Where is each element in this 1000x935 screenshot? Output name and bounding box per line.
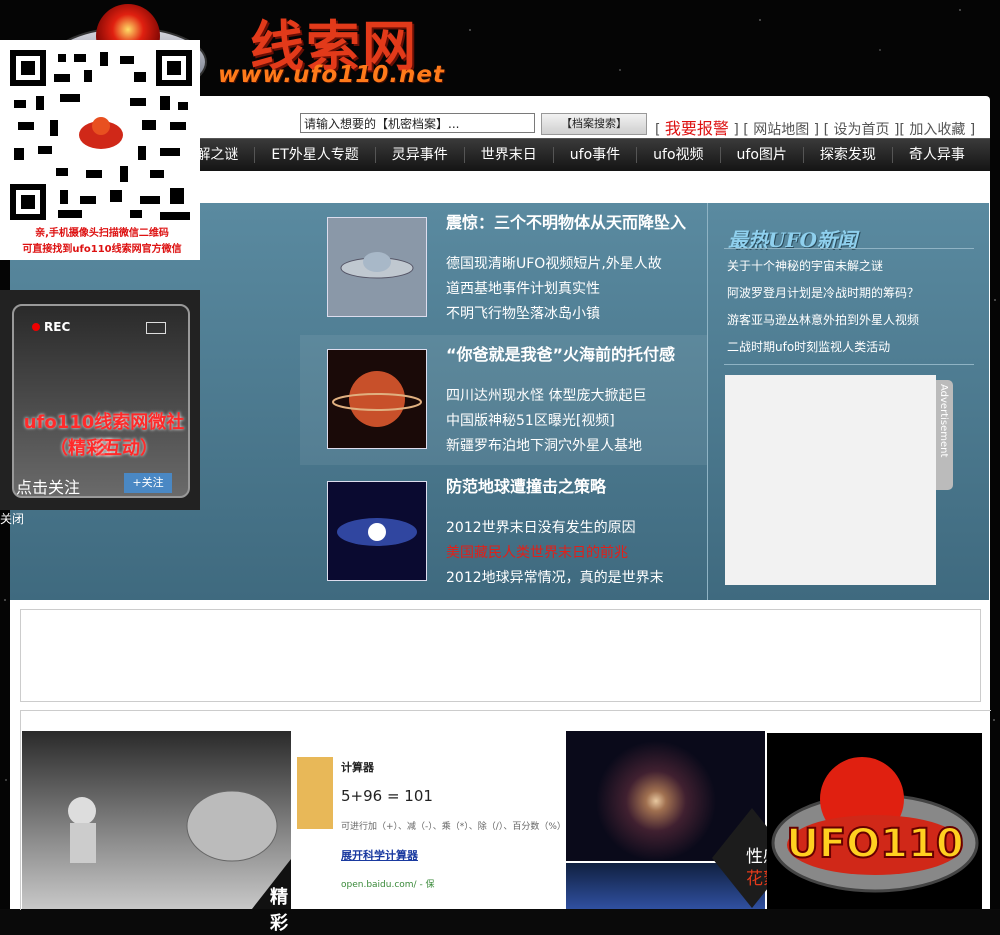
- story-card: 震惊：三个不明物体从天而降坠入 德国现清晰UFO视频短片,外星人故 道西基地事件…: [300, 203, 707, 333]
- nav-item[interactable]: 世界末日: [465, 147, 554, 163]
- feature-divider: [707, 203, 708, 600]
- wechat-community-panel[interactable]: REC ufo110线索网微社区 （精彩互动） 点击关注 +关注: [0, 290, 200, 510]
- banner-slot: [20, 609, 981, 702]
- gallery-image-astronaut[interactable]: 精彩: [22, 731, 291, 934]
- hot-news-item[interactable]: 游客亚马逊丛林意外拍到外星人视频: [727, 311, 919, 328]
- wechat-qr-panel: 亲,手机摄像头扫描微信二维码 可直接找到ufo110线索网官方微信: [0, 40, 200, 260]
- calc-url: open.baidu.com/ - 保: [341, 880, 435, 890]
- qr-code-icon[interactable]: [10, 50, 192, 220]
- story-title[interactable]: 防范地球遭撞击之策略: [446, 473, 606, 497]
- calc-expand-link[interactable]: 展开科学计算器: [341, 847, 418, 863]
- story-link[interactable]: 新疆罗布泊地下洞穴外星人基地: [446, 435, 642, 455]
- nav-item[interactable]: 奇人异事: [893, 147, 981, 163]
- story-card: 防范地球遭撞击之策略 2012世界末日没有发生的原因 美国藏民人类世界末日的前兆…: [300, 467, 707, 597]
- sitemap-link[interactable]: 网站地图: [753, 122, 809, 138]
- nav-item[interactable]: ufo图片: [721, 147, 804, 163]
- hot-news-item[interactable]: 关于十个神秘的宇宙未解之谜: [727, 257, 883, 274]
- story-link[interactable]: 道西基地事件计划真实性: [446, 278, 600, 298]
- story-link[interactable]: 2012世界末日没有发生的原因: [446, 517, 636, 537]
- set-homepage-link[interactable]: 设为首页: [834, 122, 890, 138]
- nav-item[interactable]: 探索发现: [804, 147, 893, 163]
- rec-dot-icon: [32, 323, 40, 331]
- story-title[interactable]: “你爸就是我爸”火海前的托付感: [446, 341, 675, 365]
- hot-divider: [724, 248, 974, 249]
- rec-label: REC: [44, 320, 71, 334]
- story-card: “你爸就是我爸”火海前的托付感 四川达州现水怪 体型庞大掀起巨 中国版神秘51区…: [300, 335, 707, 465]
- calc-expression: 5+96 = 101: [341, 787, 433, 805]
- ufo-logo-large: UFO110: [771, 757, 979, 893]
- story-link[interactable]: 2012地球异常情况，真的是世界末: [446, 567, 664, 587]
- qr-caption-1: 亲,手机摄像头扫描微信二维码: [35, 228, 169, 239]
- story-thumbnail[interactable]: [327, 481, 427, 581]
- hot-divider: [724, 364, 974, 365]
- nav-item[interactable]: ufo事件: [554, 147, 638, 163]
- close-button[interactable]: 关闭: [0, 510, 24, 527]
- story-thumbnail[interactable]: [327, 217, 427, 317]
- story-title[interactable]: 震惊：三个不明物体从天而降坠入: [446, 209, 686, 233]
- story-link[interactable]: 不明飞行物坠落冰岛小镇: [446, 303, 600, 323]
- ad-slot[interactable]: [725, 375, 936, 585]
- search-input[interactable]: [300, 113, 535, 133]
- ad-label: Advertisement: [938, 384, 949, 458]
- report-link[interactable]: 我要报警: [665, 119, 729, 138]
- gallery-image-ufo-logo[interactable]: UFO110: [767, 733, 982, 909]
- hot-news-item[interactable]: 阿波罗登月计划是冷战时期的筹码？: [727, 284, 919, 301]
- top-links: [ 我要报警 ] [ 网站地图 ] [ 设为首页 ][ 加入收藏 ]: [655, 119, 976, 138]
- astronaut-art: [68, 790, 291, 909]
- site-url[interactable]: www.ufo110.net: [218, 62, 445, 88]
- gallery-image-calculator[interactable]: 计算器 5+96 = 101 可进行加（+）、减（-）、乘（*）、除（/）、百分…: [291, 731, 593, 909]
- search-button[interactable]: 【档案搜索】: [541, 113, 647, 135]
- qr-caption-2: 可直接找到ufo110线索网官方微信: [22, 244, 182, 255]
- nav-item[interactable]: ET外星人专题: [255, 147, 376, 163]
- gallery-tag-wonderful: 精彩: [270, 887, 288, 934]
- follow-prompt: 点击关注: [16, 478, 81, 497]
- battery-icon: [146, 322, 166, 334]
- hot-news-item[interactable]: 二战时期ufo时刻监视人类活动: [727, 338, 890, 355]
- story-thumbnail[interactable]: [327, 349, 427, 449]
- calc-description: 可进行加（+）、减（-）、乘（*）、除（/）、百分数（%）等算术: [341, 822, 593, 832]
- nav-item[interactable]: 灵异事件: [376, 147, 465, 163]
- ad-tab[interactable]: Advertisement: [936, 380, 953, 490]
- story-link[interactable]: 中国版神秘51区曝光[视频]: [446, 410, 615, 430]
- calc-title: 计算器: [341, 761, 374, 774]
- add-favorite-link[interactable]: 加入收藏: [909, 122, 965, 138]
- calculator-icon: [297, 757, 333, 829]
- story-link[interactable]: 德国现清晰UFO视频短片,外星人故: [446, 253, 662, 273]
- follow-button[interactable]: +关注: [124, 473, 172, 493]
- story-link[interactable]: 四川达州现水怪 体型庞大掀起巨: [446, 385, 646, 405]
- logo-text-large: UFO110: [786, 821, 963, 867]
- community-subtitle: （精彩互动）: [50, 438, 158, 459]
- nav-item[interactable]: ufo视频: [637, 147, 721, 163]
- story-link[interactable]: 美国藏民人类世界末日的前兆: [446, 542, 628, 562]
